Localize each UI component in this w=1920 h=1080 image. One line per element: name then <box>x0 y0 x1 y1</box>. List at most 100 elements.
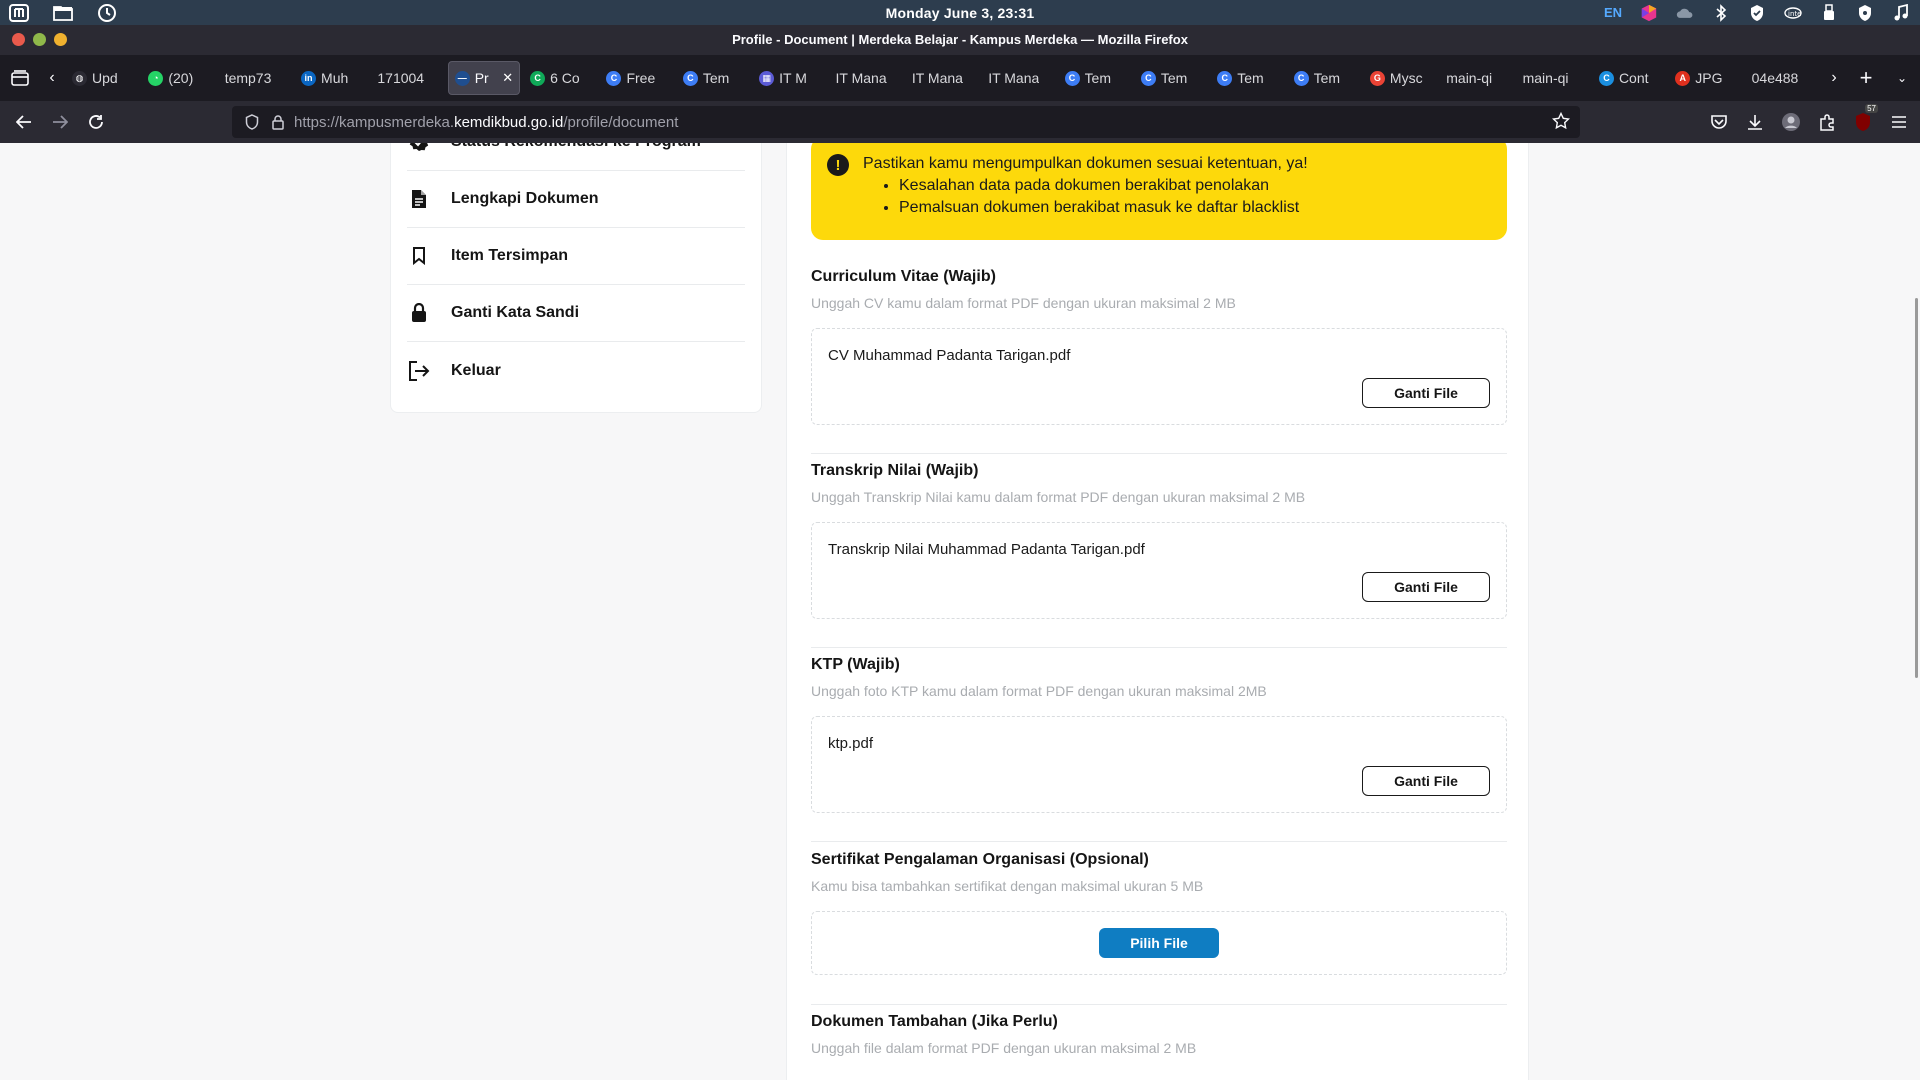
forward-icon[interactable] <box>42 106 78 138</box>
doc-description: Unggah Transkrip Nilai kamu dalam format… <box>811 489 1306 505</box>
bluetooth-icon[interactable] <box>1712 3 1730 22</box>
shield-tray-icon[interactable] <box>1748 4 1766 22</box>
tab-favicon-icon: ◍ <box>72 70 87 86</box>
tab-label: Tem <box>1237 70 1264 86</box>
usb-icon[interactable] <box>1820 3 1838 22</box>
tab[interactable]: IT Mana <box>982 61 1054 95</box>
files-icon[interactable] <box>52 4 74 22</box>
tab[interactable]: C6 Co <box>524 61 596 95</box>
url-text[interactable]: https://kampusmerdeka.kemdikbud.go.id/pr… <box>294 114 678 131</box>
back-icon[interactable] <box>6 106 42 138</box>
vpn-shield-icon[interactable] <box>1856 4 1874 22</box>
doc-title: Transkrip Nilai (Wajib) <box>811 462 979 479</box>
scrollbar-thumb[interactable] <box>1915 298 1918 678</box>
tab[interactable]: ◔ (20) <box>142 61 214 95</box>
doc-section-transkrip: Transkrip Nilai (Wajib) Unggah Transkrip… <box>811 462 1507 619</box>
alert-heading: Pastikan kamu mengumpulkan dokumen sesua… <box>863 155 1308 172</box>
system-clock[interactable]: Monday June 3, 23:31 <box>886 5 1035 21</box>
hamburger-menu-icon[interactable] <box>1886 106 1912 138</box>
tab-favicon-icon: C <box>682 70 698 86</box>
colorful-app-tray-icon[interactable] <box>1640 4 1658 22</box>
scroll-tabs-left-icon[interactable]: ‹ <box>40 60 64 96</box>
tab-label: main-qi <box>1522 70 1569 86</box>
tab-favicon-icon: in <box>301 70 317 86</box>
reload-icon[interactable] <box>78 106 114 138</box>
account-avatar-icon[interactable] <box>1778 106 1804 138</box>
tab[interactable]: C Free <box>600 61 672 95</box>
bookmark-star-icon[interactable] <box>1551 111 1571 134</box>
change-file-button[interactable]: Ganti File <box>1362 766 1490 796</box>
uploaded-file-name[interactable]: ktp.pdf <box>828 735 873 752</box>
intel-icon[interactable]: intel <box>1784 4 1802 22</box>
tab-label: Tem <box>702 70 730 86</box>
clock-app-icon[interactable] <box>96 3 118 22</box>
padlock-icon[interactable] <box>268 112 288 132</box>
menu-item-lengkapi-dokumen[interactable]: Lengkapi Dokumen <box>407 171 745 228</box>
menu-item-status-rekomendasi[interactable]: Status Rekomendasi ke Program <box>407 143 745 171</box>
tab[interactable]: C Tem <box>1059 61 1131 95</box>
tab[interactable]: 04e488 <box>1746 61 1818 95</box>
section-divider <box>811 841 1507 842</box>
new-tab-icon[interactable]: + <box>1848 60 1884 96</box>
pocket-icon[interactable] <box>1706 106 1732 138</box>
tab-label: temp73 <box>224 70 272 86</box>
uploaded-file-name[interactable]: Transkrip Nilai Muhammad Padanta Tarigan… <box>828 541 1145 558</box>
tab[interactable]: C Tem <box>1135 61 1207 95</box>
extensions-puzzle-icon[interactable] <box>1814 106 1840 138</box>
bookmark-icon <box>407 244 431 268</box>
change-file-button[interactable]: Ganti File <box>1362 378 1490 408</box>
tab-favicon-icon: C <box>1598 70 1614 86</box>
tab[interactable]: G Mysc <box>1364 61 1436 95</box>
alert-point: Pemalsuan dokumen berakibat masuk ke daf… <box>899 199 1487 217</box>
tab[interactable]: C Tem <box>1211 61 1283 95</box>
tab[interactable]: A JPG <box>1669 61 1741 95</box>
uploaded-file-name[interactable]: CV Muhammad Padanta Tarigan.pdf <box>828 347 1070 364</box>
upload-box: Transkrip Nilai Muhammad Padanta Tarigan… <box>811 522 1507 619</box>
menu-item-keluar[interactable]: Keluar <box>407 342 745 399</box>
page-viewport: Status Rekomendasi ke Program Lengkapi D… <box>0 143 1920 1080</box>
tab-label: JPG <box>1695 70 1723 86</box>
tab[interactable]: main-qi <box>1517 61 1589 95</box>
downloads-icon[interactable] <box>1742 106 1768 138</box>
scroll-tabs-right-icon[interactable]: › <box>1820 60 1848 96</box>
url-prefix: https://kampusmerdeka. <box>294 113 455 131</box>
tab-strip: ‹ ◍ Upd ◔ (20) temp73 in Muh 171004— Pr ✕ C 6 Co C Fr… <box>0 55 1920 101</box>
upload-box: CV Muhammad Padanta Tarigan.pdf Ganti Fi… <box>811 328 1507 425</box>
change-file-button[interactable]: Ganti File <box>1362 572 1490 602</box>
tab[interactable]: IT Mana <box>830 61 902 95</box>
doc-description: Unggah CV kamu dalam format PDF dengan u… <box>811 295 1236 311</box>
list-all-tabs-icon[interactable]: ⌄ <box>1884 60 1920 96</box>
tab-label: Mysc <box>1389 70 1423 86</box>
cloud-icon[interactable] <box>1676 4 1694 22</box>
menu-item-item-tersimpan[interactable]: Item Tersimpan <box>407 228 745 285</box>
tab[interactable]: ◍ Upd <box>66 61 138 95</box>
address-bar[interactable]: https://kampusmerdeka.kemdikbud.go.id/pr… <box>232 106 1580 138</box>
tab[interactable]: C Cont <box>1593 61 1665 95</box>
tab-favicon-icon: C <box>606 70 622 86</box>
tab-active[interactable]: — Pr ✕ <box>447 61 521 95</box>
keyboard-language[interactable]: EN <box>1604 5 1622 20</box>
tab[interactable]: 171004 <box>371 61 443 95</box>
page-scrollbar[interactable] <box>1912 143 1920 1080</box>
url-path: /profile/document <box>563 113 679 131</box>
firefox-view-icon[interactable] <box>0 60 40 96</box>
tab[interactable]: temp73 <box>219 61 291 95</box>
tab[interactable]: main-qi <box>1440 61 1512 95</box>
tracking-protection-shield-icon[interactable] <box>242 112 262 132</box>
tab[interactable]: IT Mana <box>906 61 978 95</box>
tab-favicon-icon: C <box>1293 70 1309 86</box>
tab[interactable]: ▦ IT M <box>753 61 825 95</box>
choose-file-button[interactable]: Pilih File <box>1099 928 1219 958</box>
music-icon[interactable] <box>1892 3 1910 22</box>
tab[interactable]: C Tem <box>1288 61 1360 95</box>
tab-label: IT M <box>779 70 807 86</box>
tab-favicon-icon: C <box>1217 70 1233 86</box>
tab[interactable]: C Tem <box>677 61 749 95</box>
app-menu-icon[interactable] <box>8 3 30 22</box>
tab[interactable]: in Muh <box>295 61 367 95</box>
doc-section-sertifikat: Sertifikat Pengalaman Organisasi (Opsion… <box>811 851 1507 975</box>
close-tab-icon[interactable]: ✕ <box>502 70 513 86</box>
menu-item-ganti-kata-sandi[interactable]: Ganti Kata Sandi <box>407 285 745 342</box>
ublock-extension-icon[interactable]: 57 <box>1850 104 1878 138</box>
tab-favicon-icon: C <box>1140 70 1156 86</box>
